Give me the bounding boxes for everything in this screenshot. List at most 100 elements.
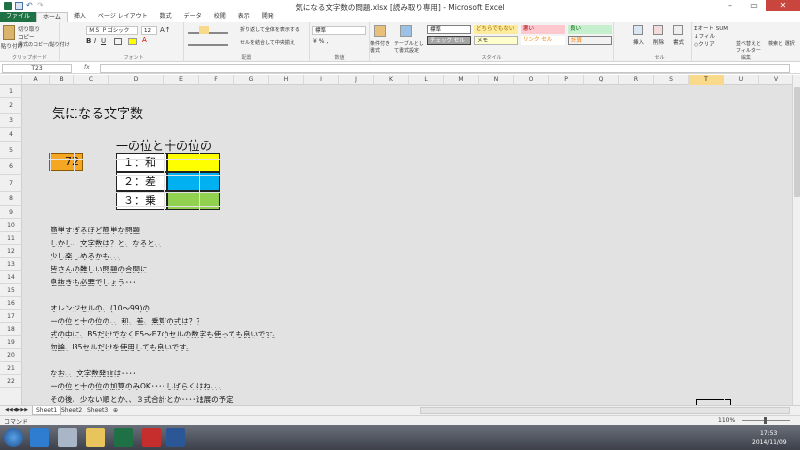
option-label[interactable]: １：和 bbox=[116, 153, 167, 172]
column-header[interactable]: S bbox=[654, 75, 689, 85]
halign-icons[interactable] bbox=[188, 38, 228, 46]
insert-cells-icon[interactable] bbox=[633, 25, 643, 35]
tab-home[interactable]: ホーム bbox=[36, 12, 68, 22]
close-button[interactable]: ✕ bbox=[766, 0, 800, 11]
tab-formulas[interactable]: 数式 bbox=[154, 12, 178, 22]
style-linked-cell[interactable]: リンク セル bbox=[521, 36, 565, 45]
conditional-format-icon[interactable] bbox=[374, 25, 386, 37]
maximize-button[interactable]: ▭ bbox=[742, 0, 766, 11]
column-header[interactable]: M bbox=[444, 75, 479, 85]
conditional-format-button[interactable]: 条件付き書式 bbox=[370, 40, 392, 54]
wrap-text-button[interactable]: 折り返して全体を表示する bbox=[240, 26, 300, 33]
tab-page-layout[interactable]: ページ レイアウト bbox=[92, 12, 154, 22]
row-header[interactable]: 4 bbox=[0, 128, 22, 142]
column-header[interactable]: T bbox=[689, 75, 724, 85]
app-icon[interactable] bbox=[58, 428, 77, 447]
excel-taskbar-icon[interactable] bbox=[114, 428, 133, 447]
row-header[interactable]: 22 bbox=[0, 375, 22, 388]
text-line[interactable]: 皆さんの難しい問題の合間に bbox=[50, 264, 148, 275]
folder-icon[interactable] bbox=[86, 428, 105, 447]
format-cells-button[interactable]: 書式 bbox=[673, 38, 684, 46]
text-line[interactable]: オレンジセルの、(10～99)の bbox=[50, 303, 150, 314]
text-line[interactable]: しかし、文字数は？と、なると、、 bbox=[50, 238, 166, 249]
horizontal-scrollbar[interactable] bbox=[420, 407, 790, 414]
tab-view[interactable]: 表示 bbox=[232, 12, 256, 22]
column-header[interactable]: N bbox=[479, 75, 514, 85]
clear-button[interactable]: ◇クリア bbox=[694, 40, 715, 48]
row-header[interactable]: 5 bbox=[0, 142, 22, 159]
column-header[interactable]: Q bbox=[584, 75, 619, 85]
fill-button[interactable]: ↓フィル bbox=[694, 32, 715, 40]
copy-button[interactable]: コピー bbox=[18, 33, 35, 41]
worksheet-grid[interactable]: 気になる文字数 一の位と十の位の 72 １：和２：差３：乗 簡単すぎるほど簡単な… bbox=[22, 85, 792, 405]
column-header[interactable]: R bbox=[619, 75, 654, 85]
column-header[interactable]: J bbox=[339, 75, 374, 85]
style-good[interactable]: 良い bbox=[568, 25, 612, 34]
sheet-tab-1[interactable]: Sheet1 bbox=[32, 406, 62, 415]
name-box[interactable]: T23 bbox=[2, 64, 72, 73]
row-header[interactable]: 7 bbox=[0, 175, 22, 192]
format-table-icon[interactable] bbox=[400, 25, 412, 37]
zoom-level[interactable]: 110% bbox=[718, 417, 735, 424]
column-header[interactable]: V bbox=[759, 75, 794, 85]
font-color-icon[interactable]: A bbox=[142, 36, 147, 44]
sheet-tab-3[interactable]: Sheet3 bbox=[84, 406, 111, 415]
row-header[interactable]: 3 bbox=[0, 114, 22, 128]
borders-icon[interactable] bbox=[114, 38, 122, 45]
row-header[interactable]: 6 bbox=[0, 159, 22, 175]
text-line[interactable]: 少し楽しめるかも、、、 bbox=[50, 251, 125, 262]
percent-icon[interactable]: ¥ % , bbox=[313, 38, 328, 45]
option-color-cell[interactable] bbox=[167, 191, 220, 210]
text-line[interactable]: 簡単すぎるほど簡単な問題 bbox=[50, 225, 140, 236]
column-header[interactable]: E bbox=[164, 75, 199, 85]
cut-button[interactable]: 切り取り bbox=[18, 25, 40, 33]
option-color-cell[interactable] bbox=[167, 153, 220, 172]
row-header[interactable]: 8 bbox=[0, 192, 22, 206]
style-bad[interactable]: 悪い bbox=[521, 25, 565, 34]
option-label[interactable]: ３：乗 bbox=[116, 191, 167, 210]
column-header[interactable]: B bbox=[50, 75, 74, 85]
italic-button[interactable]: I bbox=[94, 37, 96, 45]
minimize-button[interactable]: – bbox=[718, 0, 742, 11]
column-header[interactable]: F bbox=[199, 75, 234, 85]
row-header[interactable]: 17 bbox=[0, 310, 22, 323]
new-sheet-icon[interactable]: ⊕ bbox=[110, 406, 121, 415]
style-neutral[interactable]: どちらでもない bbox=[474, 25, 518, 34]
row-header[interactable]: 16 bbox=[0, 297, 22, 310]
format-cells-icon[interactable] bbox=[673, 25, 683, 35]
tab-insert[interactable]: 挿入 bbox=[68, 12, 92, 22]
style-note[interactable]: メモ bbox=[474, 36, 518, 45]
autosum-button[interactable]: Σオート SUM bbox=[694, 24, 728, 32]
tab-review[interactable]: 校閲 bbox=[208, 12, 232, 22]
font-size-select[interactable]: 12 bbox=[141, 26, 157, 35]
ie-icon[interactable] bbox=[30, 428, 49, 447]
row-header[interactable]: 13 bbox=[0, 258, 22, 271]
sort-filter-button[interactable]: 並べ替えと フィルター bbox=[736, 40, 766, 54]
row-header[interactable]: 19 bbox=[0, 336, 22, 349]
app-red-icon[interactable] bbox=[142, 428, 161, 447]
text-line[interactable]: 勿論、B5セルだけを使用しても良いです。 bbox=[50, 342, 193, 353]
sheet-tab-2[interactable]: Sheet2 bbox=[58, 406, 85, 415]
text-line[interactable]: なお、、文字数発言は････ bbox=[50, 368, 136, 379]
delete-cells-button[interactable]: 削除 bbox=[653, 38, 664, 46]
text-line[interactable]: 息抜きも必要でしょう･･･ bbox=[50, 277, 136, 288]
style-normal[interactable]: 標準 bbox=[427, 25, 471, 34]
tab-developer[interactable]: 開発 bbox=[256, 12, 280, 22]
column-header[interactable]: P bbox=[549, 75, 584, 85]
column-header[interactable]: A bbox=[22, 75, 50, 85]
style-calculation[interactable]: 計算 bbox=[568, 36, 612, 45]
column-header[interactable]: G bbox=[234, 75, 269, 85]
row-header[interactable]: 20 bbox=[0, 349, 22, 362]
bold-button[interactable]: B bbox=[86, 37, 91, 45]
vertical-scrollbar[interactable] bbox=[792, 75, 800, 405]
row-header[interactable]: 2 bbox=[0, 98, 22, 114]
column-header[interactable]: K bbox=[374, 75, 409, 85]
find-select-button[interactable]: 検索と 選択 bbox=[768, 40, 796, 47]
zoom-slider-handle[interactable] bbox=[764, 417, 767, 424]
font-name-select[interactable]: ＭＳ Ｐゴシック bbox=[86, 26, 138, 35]
underline-button[interactable]: U bbox=[101, 37, 106, 45]
column-header[interactable]: I bbox=[304, 75, 339, 85]
number-format-select[interactable]: 標準 bbox=[312, 26, 366, 35]
sheet-nav-arrows[interactable]: ◀◀◀▶▶▶ bbox=[2, 406, 31, 415]
column-header[interactable]: H bbox=[269, 75, 304, 85]
